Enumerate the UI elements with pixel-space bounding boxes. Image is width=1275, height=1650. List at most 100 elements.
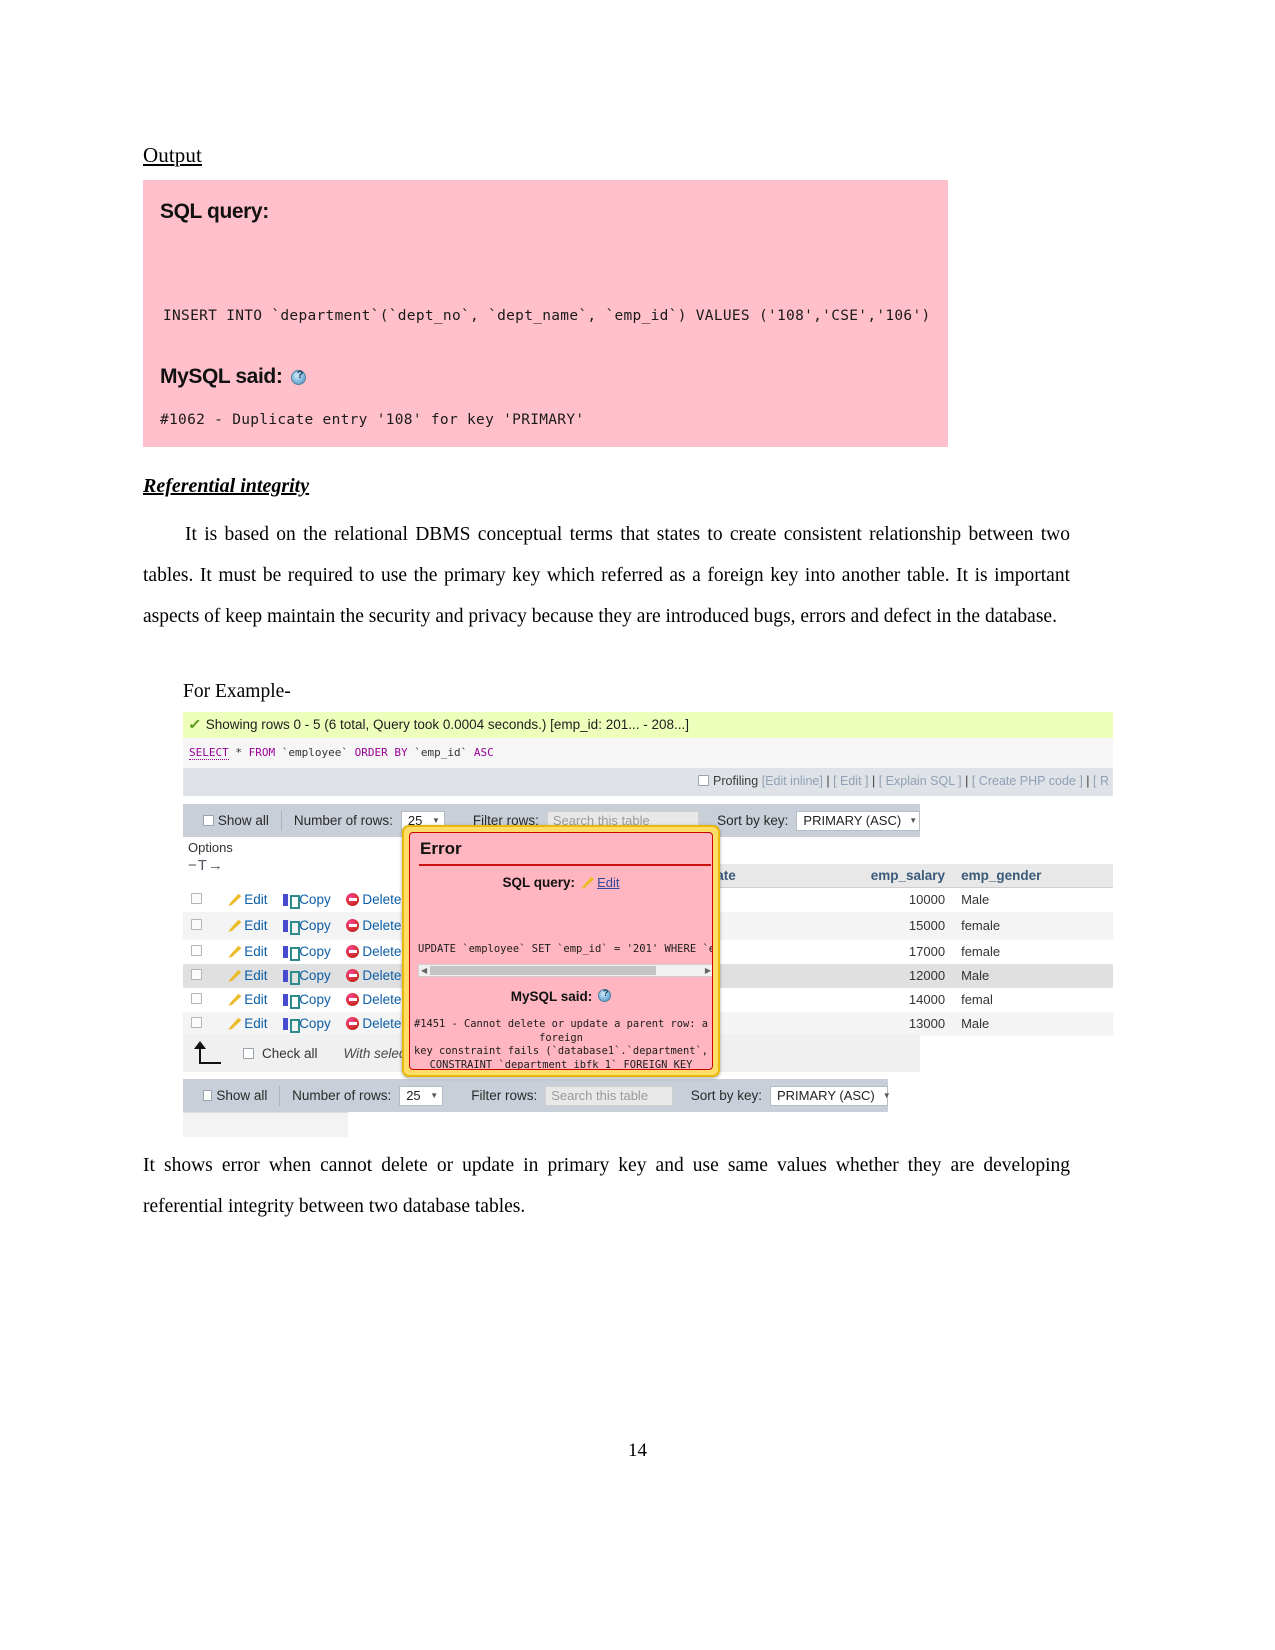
sql-keyword-select: SELECT — [189, 746, 229, 760]
row-edit-action[interactable]: Edit — [228, 918, 268, 933]
chevron-down-icon: ▼ — [430, 1091, 439, 1100]
explain-sql-link[interactable]: [ Explain SQL ] — [879, 774, 962, 788]
chevron-down-icon: ▼ — [431, 816, 440, 825]
cell-emp-gender[interactable]: female — [953, 911, 1113, 940]
toolbar-divider — [279, 1085, 281, 1106]
row-checkbox[interactable] — [191, 945, 202, 956]
scroll-right-arrow-icon[interactable]: ▶ — [705, 966, 711, 975]
row-delete-action[interactable]: Delete — [346, 892, 401, 907]
row-checkbox[interactable] — [191, 919, 202, 930]
row-delete-action[interactable]: Delete — [346, 992, 401, 1007]
cell-emp-salary[interactable]: 12000 — [813, 963, 954, 988]
paragraph-conclusion: It shows error when cannot delete or upd… — [143, 1155, 1070, 1217]
show-all-checkbox[interactable] — [203, 815, 214, 826]
row-copy-action[interactable]: Copy — [283, 968, 331, 985]
copy-icon — [283, 1018, 301, 1033]
row-delete-action[interactable]: Delete — [346, 944, 401, 959]
cell-emp-salary[interactable]: 14000 — [813, 987, 954, 1012]
row-checkbox[interactable] — [191, 893, 202, 904]
cell-emp-gender[interactable]: femal — [953, 987, 1113, 1012]
edit-link[interactable]: [ Edit ] — [833, 774, 868, 788]
row-edit-action[interactable]: Edit — [228, 1016, 268, 1031]
options-label[interactable]: Options — [183, 837, 233, 855]
error-sql-query-label: SQL query: Edit — [502, 875, 620, 890]
refresh-link[interactable]: [ R — [1093, 774, 1109, 788]
copy-icon — [283, 994, 301, 1009]
for-example-label: For Example- — [183, 681, 291, 702]
cell-emp-gender[interactable]: Male — [953, 963, 1113, 988]
number-of-rows-select-bottom[interactable]: 25 ▼ — [399, 1085, 444, 1106]
copy-icon — [283, 894, 301, 909]
row-edit-action[interactable]: Edit — [228, 944, 268, 959]
delete-icon — [346, 945, 360, 958]
sort-by-key-label-bottom: Sort by key: — [690, 1088, 762, 1103]
sql-query-label: SQL query: — [160, 200, 269, 223]
pencil-icon — [228, 1017, 242, 1030]
row-copy-action[interactable]: Copy — [283, 918, 331, 935]
row-delete-action[interactable]: Delete — [346, 968, 401, 983]
pencil-icon — [581, 876, 595, 889]
cell-emp-salary[interactable]: 13000 — [813, 1011, 954, 1036]
arrow-up-icon[interactable] — [191, 1041, 225, 1065]
cell-emp-gender[interactable]: female — [953, 939, 1113, 964]
sort-by-key-label: Sort by key: — [717, 813, 789, 828]
row-copy-action[interactable]: Copy — [283, 992, 331, 1009]
sql-statement-bar: SELECT * FROM `employee` ORDER BY `emp_i… — [183, 738, 1113, 768]
page-number: 14 — [628, 1440, 647, 1461]
row-edit-action[interactable]: Edit — [228, 992, 268, 1007]
cell-emp-gender[interactable]: Male — [953, 887, 1113, 912]
pencil-icon — [228, 945, 242, 958]
create-php-code-link[interactable]: [ Create PHP code ] — [972, 774, 1083, 788]
profiling-label: Profiling — [713, 774, 759, 788]
row-delete-action[interactable]: Delete — [346, 1016, 401, 1031]
chevron-down-icon: ▼ — [882, 1091, 891, 1100]
notice-text: Showing rows 0 - 5 (6 total, Query took … — [205, 717, 689, 732]
number-of-rows-label: Number of rows: — [293, 813, 393, 828]
mysql-said-label: MySQL said: — [160, 365, 307, 389]
row-copy-action[interactable]: Copy — [283, 944, 331, 961]
paragraph-referential-integrity: It is based on the relational DBMS conce… — [143, 514, 1070, 637]
help-icon[interactable] — [598, 988, 612, 1002]
row-copy-action[interactable]: Copy — [283, 892, 331, 909]
error-edit-link[interactable]: Edit — [581, 875, 619, 890]
sql-keyword-asc: ASC — [473, 746, 494, 759]
cell-emp-salary[interactable]: 17000 — [813, 939, 954, 964]
check-all-checkbox[interactable] — [243, 1047, 254, 1059]
pencil-icon — [228, 993, 242, 1006]
copy-icon — [283, 920, 301, 935]
column-header-emp-salary[interactable]: emp_salary — [813, 864, 954, 888]
sort-by-key-select[interactable]: PRIMARY (ASC) ▼ — [796, 810, 920, 831]
filter-rows-input-bottom[interactable]: Search this table — [545, 1085, 673, 1106]
error-dialog-rule — [419, 864, 711, 866]
cell-emp-gender[interactable]: Male — [953, 1011, 1113, 1036]
copy-icon — [283, 946, 301, 961]
row-checkbox[interactable] — [191, 1017, 202, 1028]
row-edit-action[interactable]: Edit — [228, 968, 268, 983]
error-query-scrollbar[interactable]: ◀ ▶ — [418, 964, 712, 977]
row-edit-action[interactable]: Edit — [228, 892, 268, 907]
row-delete-action[interactable]: Delete — [346, 918, 401, 933]
sql-error-screenshot: SQL query: INSERT INTO `department`(`dep… — [143, 180, 948, 447]
error-mysql-said-label: MySQL said: — [410, 988, 712, 1004]
bottom-panel-stub — [183, 1112, 348, 1137]
row-checkbox[interactable] — [191, 969, 202, 980]
profiling-checkbox[interactable] — [698, 775, 710, 786]
help-icon[interactable] — [291, 369, 307, 385]
sql-keyword-from: FROM — [248, 746, 276, 759]
cell-emp-salary[interactable]: 10000 — [813, 887, 954, 912]
edit-inline-link[interactable]: [Edit inline] — [762, 774, 823, 788]
scrollbar-thumb[interactable] — [430, 966, 656, 975]
error-dialog: Error SQL query: Edit UPDATE `employee` S… — [402, 825, 720, 1077]
error-dialog-body: Error SQL query: Edit UPDATE `employee` S… — [409, 832, 713, 1070]
scroll-left-arrow-icon[interactable]: ◀ — [421, 966, 427, 975]
row-copy-action[interactable]: Copy — [283, 1016, 331, 1033]
check-tick-icon: ✓ — [187, 716, 202, 732]
sort-by-key-select-bottom[interactable]: PRIMARY (ASC) ▼ — [770, 1085, 891, 1106]
cell-emp-salary[interactable]: 15000 — [813, 911, 954, 940]
delete-icon — [346, 893, 360, 906]
column-header-emp-gender[interactable]: emp_gender — [953, 864, 1113, 888]
show-all-checkbox-bottom[interactable] — [203, 1090, 213, 1101]
number-of-rows-label-bottom: Number of rows: — [292, 1088, 392, 1103]
check-all-label: Check all — [262, 1045, 318, 1061]
row-checkbox[interactable] — [191, 993, 202, 1004]
